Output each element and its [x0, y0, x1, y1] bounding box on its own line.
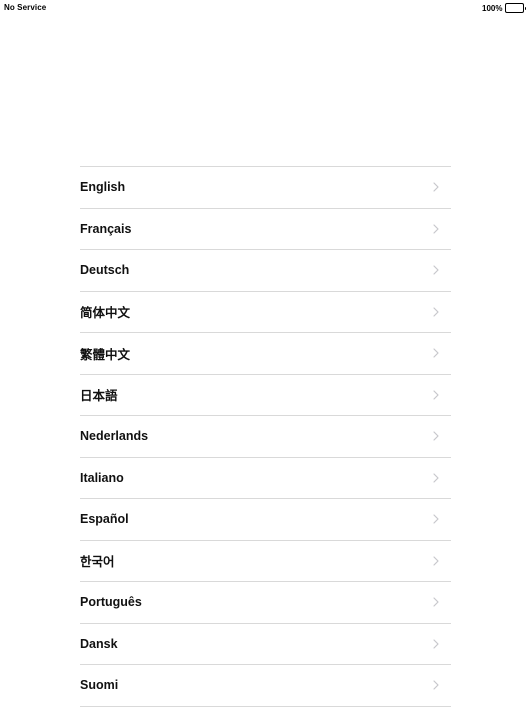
- language-label: 繁體中文: [80, 347, 131, 362]
- status-bar: No Service 100%: [0, 0, 531, 16]
- language-row-french[interactable]: Français: [80, 209, 451, 250]
- chevron-right-icon: [429, 222, 443, 236]
- language-label: 한국어: [80, 555, 115, 570]
- language-row-danish[interactable]: Dansk: [80, 624, 451, 665]
- chevron-right-icon: [429, 595, 443, 609]
- chevron-right-icon: [429, 180, 443, 194]
- chevron-right-icon: [429, 554, 443, 568]
- chevron-right-icon: [429, 263, 443, 277]
- language-label: Italiano: [80, 470, 124, 485]
- language-row-spanish[interactable]: Español: [80, 499, 451, 541]
- battery-indicator: 100%: [482, 3, 526, 13]
- chevron-right-icon: [429, 512, 443, 526]
- chevron-right-icon: [429, 637, 443, 651]
- language-label: 日本語: [80, 389, 118, 404]
- language-label: 简体中文: [80, 306, 131, 321]
- language-row-japanese[interactable]: 日本語: [80, 375, 451, 416]
- language-label: Español: [80, 512, 129, 527]
- chevron-right-icon: [429, 471, 443, 485]
- battery-percent: 100%: [482, 3, 503, 13]
- chevron-right-icon: [429, 678, 443, 692]
- language-label: Suomi: [80, 678, 119, 693]
- language-label: Dansk: [80, 636, 118, 651]
- language-row-italian[interactable]: Italiano: [80, 458, 451, 499]
- language-row-simplified-chinese[interactable]: 简体中文: [80, 292, 451, 333]
- language-row-portuguese[interactable]: Português: [80, 582, 451, 624]
- language-row-english[interactable]: English: [80, 167, 451, 209]
- chevron-right-icon: [429, 429, 443, 443]
- language-row-korean[interactable]: 한국어: [80, 541, 451, 582]
- chevron-right-icon: [429, 388, 443, 402]
- language-label: English: [80, 180, 126, 195]
- language-row-traditional-chinese[interactable]: 繁體中文: [80, 333, 451, 375]
- chevron-right-icon: [429, 346, 443, 360]
- carrier-label: No Service: [4, 3, 47, 12]
- battery-icon: [504, 3, 526, 13]
- language-label: Français: [80, 221, 132, 236]
- language-row-finnish[interactable]: Suomi: [80, 665, 451, 707]
- chevron-right-icon: [429, 305, 443, 319]
- language-label: Português: [80, 595, 142, 610]
- language-label: Deutsch: [80, 263, 130, 278]
- language-label: Nederlands: [80, 429, 149, 444]
- language-list: English Français Deutsch 简体中文 繁體中文 日本語 N…: [80, 166, 451, 707]
- language-row-german[interactable]: Deutsch: [80, 250, 451, 292]
- language-row-dutch[interactable]: Nederlands: [80, 416, 451, 458]
